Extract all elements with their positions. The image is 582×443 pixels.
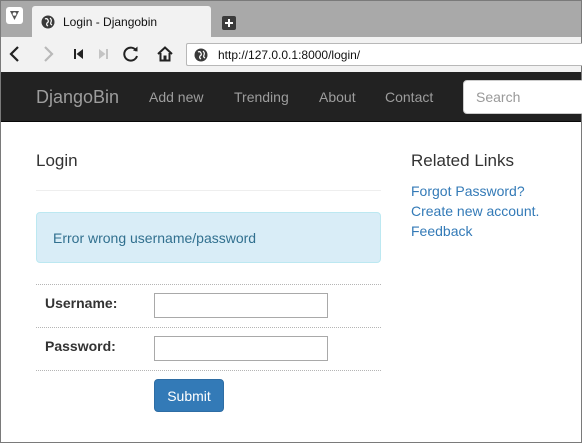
browser-tab[interactable]: Login - Djangobin (32, 6, 211, 37)
password-field[interactable] (154, 336, 328, 361)
rewind-icon[interactable] (68, 43, 90, 65)
username-label: Username: (45, 295, 118, 311)
alert-message: Error wrong username/password (53, 230, 257, 246)
submit-button[interactable]: Submit (154, 379, 224, 412)
browser-logo-icon[interactable] (6, 7, 23, 24)
search-input[interactable] (463, 80, 582, 114)
browser-tab-strip: Login - Djangobin (1, 1, 581, 37)
page-title: Login (36, 151, 78, 170)
sidebar-title: Related Links (411, 151, 515, 170)
tab-title: Login - Djangobin (63, 15, 158, 29)
table-row-divider (36, 327, 381, 328)
table-row-divider (36, 284, 381, 285)
home-icon[interactable] (154, 43, 176, 65)
brand-link[interactable]: DjangoBin (36, 87, 119, 108)
site-navbar: DjangoBin Add new Trending About Contact (1, 72, 582, 122)
divider (36, 190, 381, 191)
site-info-icon[interactable] (194, 48, 208, 62)
forward-icon[interactable] (37, 43, 59, 65)
forgot-password-link[interactable]: Forgot Password? (411, 183, 525, 199)
table-row-divider (36, 370, 381, 371)
fast-forward-icon[interactable] (92, 43, 114, 65)
nav-about[interactable]: About (319, 89, 356, 105)
url-text: http://127.0.0.1:8000/login/ (218, 48, 361, 62)
feedback-link[interactable]: Feedback (411, 223, 472, 239)
nav-trending[interactable]: Trending (234, 89, 289, 105)
nav-add-new[interactable]: Add new (149, 89, 203, 105)
reload-icon[interactable] (120, 43, 142, 65)
browser-toolbar: http://127.0.0.1:8000/login/ (1, 37, 582, 72)
address-bar[interactable]: http://127.0.0.1:8000/login/ (186, 43, 582, 66)
globe-icon (41, 15, 55, 29)
username-field[interactable] (154, 293, 328, 318)
nav-contact[interactable]: Contact (385, 89, 433, 105)
new-tab-icon[interactable] (222, 16, 236, 30)
password-label: Password: (45, 338, 116, 354)
create-account-link[interactable]: Create new account. (411, 203, 539, 219)
back-icon[interactable] (4, 43, 26, 65)
error-alert: Error wrong username/password (36, 212, 381, 263)
